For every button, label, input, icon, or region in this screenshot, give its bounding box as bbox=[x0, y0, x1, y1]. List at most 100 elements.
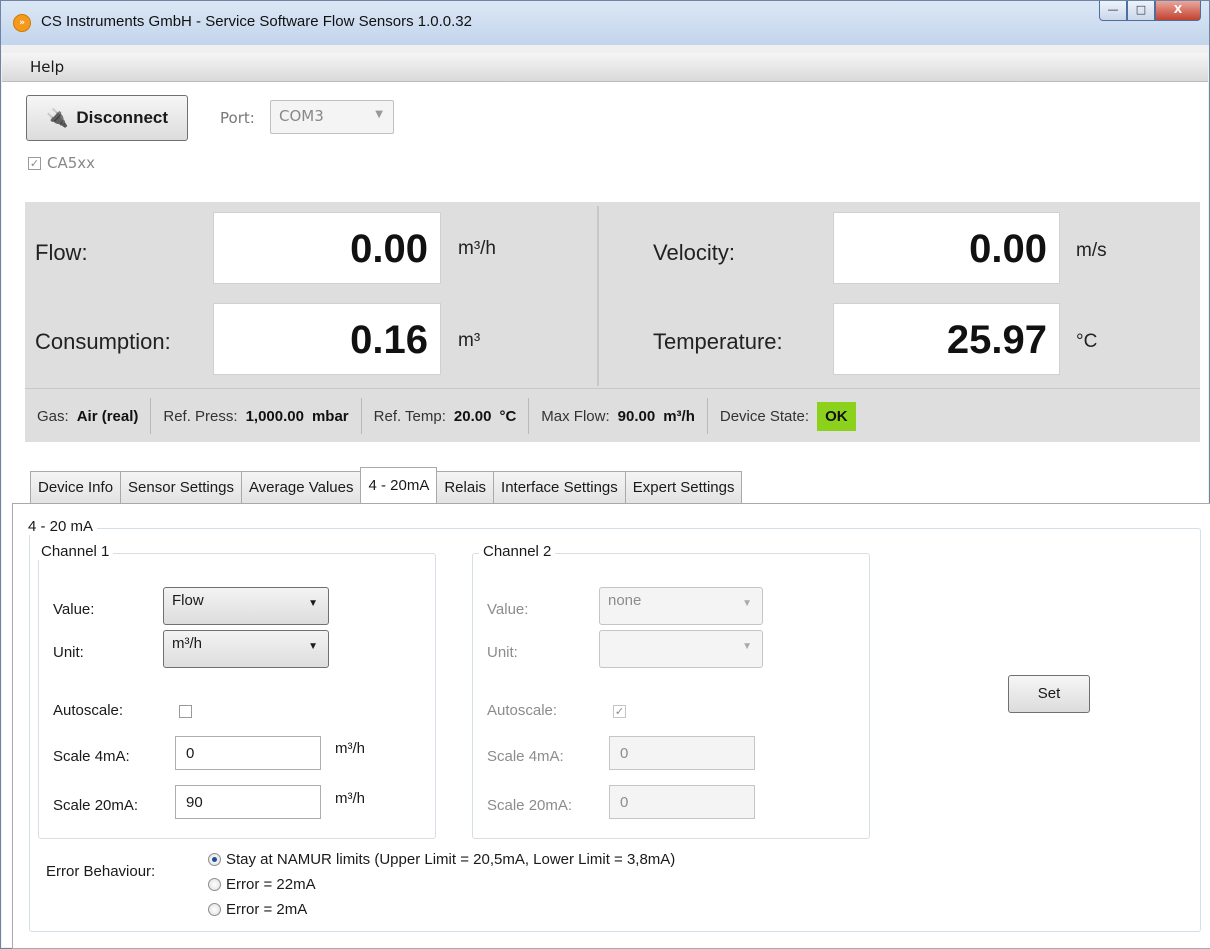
tab-average-values[interactable]: Average Values bbox=[240, 471, 362, 503]
error-option-2ma[interactable]: Error = 2mA bbox=[208, 901, 307, 918]
ch1-scale20-unit: m³/h bbox=[335, 790, 365, 807]
channel2-title: Channel 2 bbox=[479, 543, 556, 560]
flow-value: 0.00 bbox=[350, 227, 428, 271]
ref-temp-label: Ref. Temp: bbox=[373, 407, 446, 425]
disconnect-label: Disconnect bbox=[76, 108, 169, 127]
ch1-unit-select[interactable]: m³/h ▼ bbox=[163, 630, 329, 668]
temperature-value-box: 25.97 bbox=[833, 303, 1060, 375]
channel1-group: Channel 1 Value: Flow ▼ Unit: m³/h ▼ Aut… bbox=[37, 543, 436, 839]
error-behaviour-label: Error Behaviour: bbox=[46, 863, 156, 880]
ref-temp-value: 20.00 bbox=[453, 407, 492, 425]
menu-help[interactable]: Help bbox=[30, 58, 64, 76]
ch2-autoscale-label: Autoscale: bbox=[487, 702, 558, 719]
group-4-20ma: 4 - 20 mA Channel 1 Value: Flow ▼ Unit: … bbox=[24, 518, 1201, 932]
maximize-button[interactable]: □ bbox=[1127, 1, 1155, 21]
ref-press-value: 1,000.00 bbox=[245, 407, 304, 425]
gas-value: Air (real) bbox=[76, 407, 139, 425]
device-state-label: Device State: bbox=[719, 407, 810, 425]
tab-interface-settings[interactable]: Interface Settings bbox=[493, 471, 626, 503]
gas-label: Gas: bbox=[37, 407, 69, 425]
temperature-unit: °C bbox=[1076, 331, 1098, 352]
tab-relais[interactable]: Relais bbox=[436, 471, 495, 503]
error-option-namur[interactable]: Stay at NAMUR limits (Upper Limit = 20,5… bbox=[208, 851, 675, 868]
ch2-unit-label: Unit: bbox=[487, 644, 518, 661]
ch2-scale20-input[interactable]: 0 bbox=[609, 785, 755, 819]
consumption-value: 0.16 bbox=[350, 318, 428, 362]
velocity-value-box: 0.00 bbox=[833, 212, 1060, 284]
ch1-value-select[interactable]: Flow ▼ bbox=[163, 587, 329, 625]
ca5xx-checkbox[interactable]: ✓ CA5xx bbox=[28, 154, 95, 172]
tab-sensor-settings[interactable]: Sensor Settings bbox=[120, 471, 242, 503]
chevron-down-icon: ▼ bbox=[308, 641, 318, 652]
chevron-down-icon: ▼ bbox=[308, 598, 318, 609]
ch2-scale20-label: Scale 20mA: bbox=[487, 797, 573, 814]
velocity-label: Velocity: bbox=[653, 240, 735, 265]
check-icon: ✓ bbox=[28, 156, 41, 170]
status-bar: Gas: Air (real) Ref. Press: 1,000.00 mba… bbox=[25, 390, 1200, 442]
main-content: 🔌 Disconnect Port: COM3 ▼ ✓ CA5xx Flow: … bbox=[2, 82, 1210, 949]
tab-expert-settings[interactable]: Expert Settings bbox=[624, 471, 743, 503]
flow-value-box: 0.00 bbox=[213, 212, 441, 284]
status-device-state: Device State: OK bbox=[708, 398, 868, 434]
ch1-unit: m³/h bbox=[172, 635, 202, 652]
channel1-title: Channel 1 bbox=[37, 543, 114, 560]
flow-label: Flow: bbox=[35, 240, 88, 265]
ch2-autoscale-checkbox[interactable]: ✓ bbox=[613, 705, 626, 718]
divider bbox=[25, 388, 1200, 389]
chevron-down-icon: ▼ bbox=[742, 641, 752, 652]
plug-icon: 🔌 bbox=[45, 107, 69, 128]
set-button[interactable]: Set bbox=[1008, 675, 1090, 713]
close-button[interactable]: X bbox=[1155, 1, 1201, 21]
disconnect-button[interactable]: 🔌 Disconnect bbox=[26, 95, 188, 141]
port-label: Port: bbox=[220, 109, 255, 127]
max-flow-unit: m³/h bbox=[663, 407, 695, 425]
radio-selected-icon bbox=[208, 853, 221, 866]
divider bbox=[597, 206, 599, 386]
ch2-value-label: Value: bbox=[487, 601, 529, 618]
title-bar[interactable]: » CS Instruments GmbH - Service Software… bbox=[1, 1, 1209, 45]
port-select[interactable]: COM3 ▼ bbox=[270, 100, 394, 134]
status-gas: Gas: Air (real) bbox=[25, 398, 152, 434]
tab-device-info[interactable]: Device Info bbox=[30, 471, 122, 503]
ref-press-unit: mbar bbox=[311, 407, 349, 425]
ch1-unit-label: Unit: bbox=[53, 644, 84, 661]
consumption-value-box: 0.16 bbox=[213, 303, 441, 375]
status-ref-press: Ref. Press: 1,000.00 mbar bbox=[151, 398, 362, 434]
ch1-scale4-input[interactable]: 0 bbox=[175, 736, 321, 770]
minimize-button[interactable]: — bbox=[1099, 1, 1127, 21]
port-value: COM3 bbox=[279, 107, 324, 125]
ch2-value: none bbox=[608, 592, 642, 609]
error-option-label: Error = 2mA bbox=[226, 901, 308, 918]
error-option-22ma[interactable]: Error = 22mA bbox=[208, 876, 316, 893]
ch2-value-select[interactable]: none ▼ bbox=[599, 587, 763, 625]
tab-panel-4-20ma: 4 - 20 mA Channel 1 Value: Flow ▼ Unit: … bbox=[12, 503, 1210, 949]
ch1-scale20-input[interactable]: 90 bbox=[175, 785, 321, 819]
temperature-value: 25.97 bbox=[946, 318, 1047, 362]
ch1-autoscale-checkbox[interactable] bbox=[179, 705, 192, 718]
ca5xx-label: CA5xx bbox=[47, 154, 96, 172]
ref-temp-unit: °C bbox=[499, 407, 517, 425]
ref-press-label: Ref. Press: bbox=[163, 407, 238, 425]
temperature-label: Temperature: bbox=[653, 329, 783, 354]
ch1-scale4-unit: m³/h bbox=[335, 740, 365, 757]
app-window: » CS Instruments GmbH - Service Software… bbox=[0, 0, 1210, 949]
ch1-value-label: Value: bbox=[53, 601, 95, 618]
velocity-unit: m/s bbox=[1076, 240, 1107, 261]
ch2-unit-select[interactable]: ▼ bbox=[599, 630, 763, 668]
ch2-scale4-input[interactable]: 0 bbox=[609, 736, 755, 770]
channel2-group: Channel 2 Value: none ▼ Unit: ▼ Autoscal… bbox=[472, 543, 870, 839]
ch1-value: Flow bbox=[172, 592, 204, 609]
window-controls: — □ X bbox=[1099, 1, 1201, 23]
tab-bar: Device Info Sensor Settings Average Valu… bbox=[30, 467, 743, 503]
chevron-down-icon: ▼ bbox=[742, 598, 752, 609]
radio-icon bbox=[208, 878, 221, 891]
consumption-label: Consumption: bbox=[35, 329, 171, 354]
ch1-autoscale-label: Autoscale: bbox=[53, 702, 124, 719]
status-max-flow: Max Flow: 90.00 m³/h bbox=[529, 398, 708, 434]
tab-4-20ma[interactable]: 4 - 20mA bbox=[360, 467, 438, 503]
radio-icon bbox=[208, 903, 221, 916]
flow-unit: m³/h bbox=[458, 238, 496, 259]
chevron-down-icon: ▼ bbox=[375, 109, 383, 120]
ch1-scale20-label: Scale 20mA: bbox=[53, 797, 139, 814]
max-flow-label: Max Flow: bbox=[541, 407, 610, 425]
